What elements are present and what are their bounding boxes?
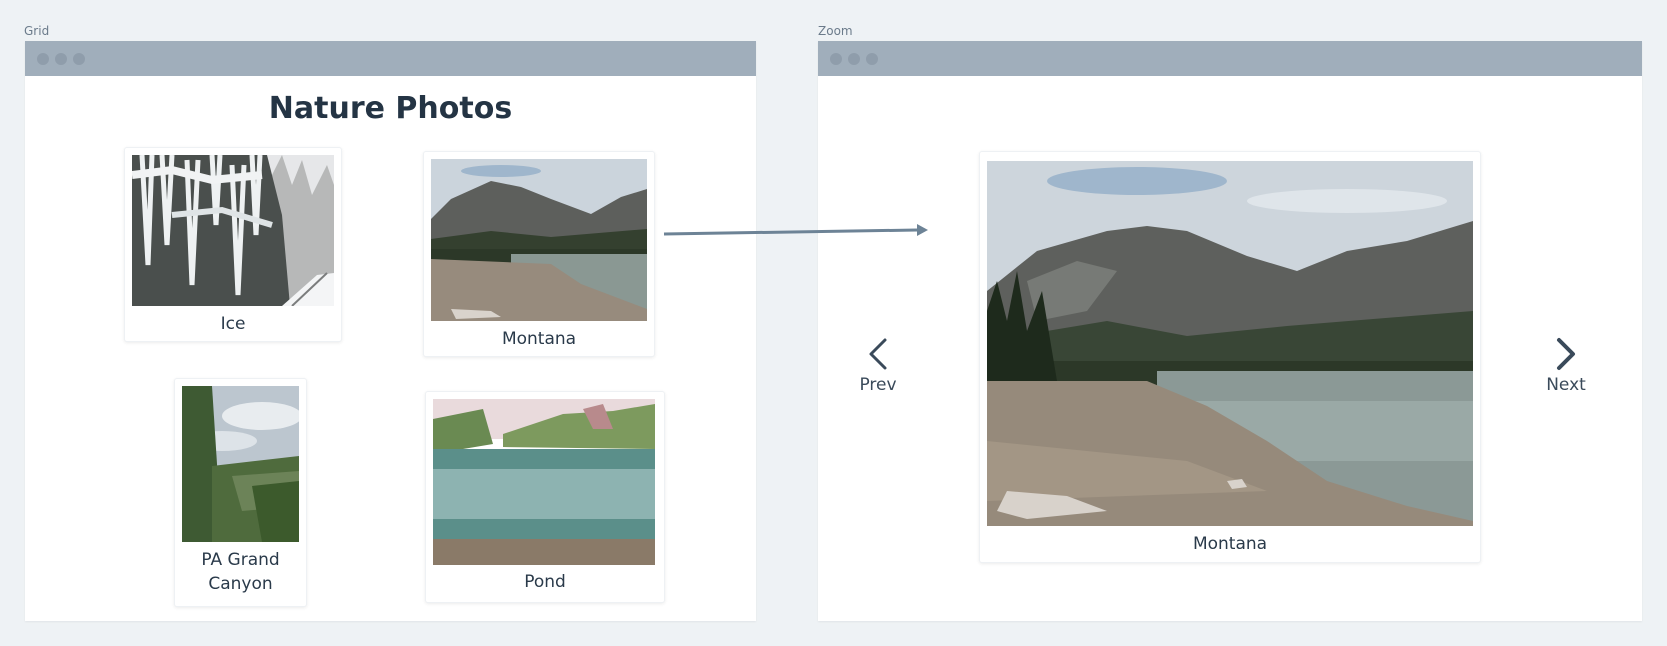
photo-caption: Ice (220, 314, 246, 334)
grid-panel-label: Grid (24, 24, 50, 38)
window-dot-icon (55, 52, 67, 65)
window-dot-icon (37, 52, 49, 65)
zoom-window: Prev Next Montana (818, 41, 1642, 621)
forest-canyon-photo (182, 386, 299, 542)
chevron-right-icon (1557, 338, 1575, 370)
zoomed-photo-caption: Montana (1192, 534, 1268, 554)
green-pond-photo (433, 399, 655, 565)
zoomed-photo-card[interactable]: Montana (979, 151, 1481, 563)
window-dot-icon (73, 52, 85, 65)
photo-caption: Pond (524, 572, 566, 592)
photo-card-pa-grand-canyon[interactable]: PA Grand Canyon (174, 378, 307, 607)
page-title: Nature Photos (268, 91, 513, 126)
chevron-left-icon (869, 338, 887, 370)
prev-button[interactable]: Prev (848, 337, 908, 395)
photo-card-montana[interactable]: Montana (423, 151, 655, 357)
prev-label: Prev (859, 375, 897, 395)
window-dot-icon (848, 52, 860, 65)
window-dot-icon (866, 52, 878, 65)
next-label: Next (1546, 375, 1586, 395)
next-button[interactable]: Next (1536, 337, 1596, 395)
mountain-lake-photo (431, 159, 647, 321)
photo-card-pond[interactable]: Pond (425, 391, 665, 603)
photo-card-ice[interactable]: Ice (124, 147, 342, 342)
photo-caption: Montana (501, 329, 577, 349)
grid-titlebar (25, 41, 756, 76)
icicles-cliff-photo (132, 155, 334, 306)
window-dot-icon (830, 52, 842, 65)
stage: Grid Zoom Nature Photos Ice Montana PA G… (0, 0, 1667, 646)
photo-caption: PA Grand Canyon (201, 550, 280, 594)
grid-window: Nature Photos Ice Montana PA Grand Canyo… (25, 41, 756, 621)
zoom-panel-label: Zoom (818, 24, 853, 38)
zoom-titlebar (818, 41, 1642, 76)
mountain-lake-photo (987, 161, 1473, 526)
